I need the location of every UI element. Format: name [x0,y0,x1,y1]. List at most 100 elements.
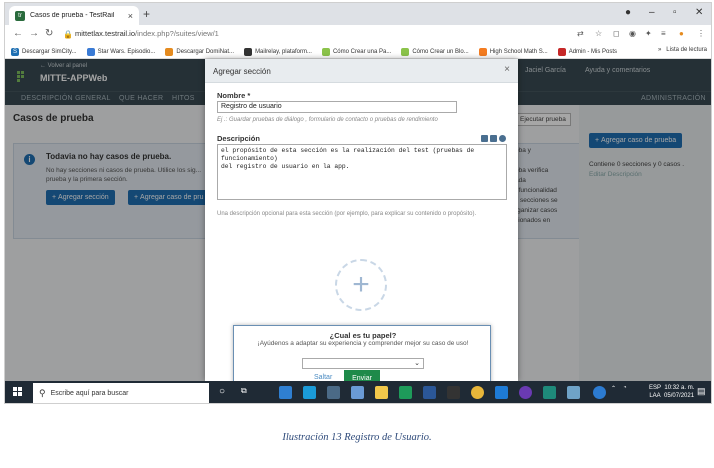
editor-toolbar [481,135,506,142]
bookmark-item[interactable]: Star Wars. Episodio... [86,47,156,56]
bookmark-label: Star Wars. Episodio... [97,48,156,55]
forward-arrow-icon[interactable]: → [29,28,39,39]
app-icon[interactable] [351,386,364,399]
sheet-icon [401,47,410,56]
reading-list[interactable]: » Lista de lectura [658,47,707,53]
terminal-icon[interactable] [447,386,460,399]
profile-icon[interactable]: ● [625,7,631,18]
tab-close-icon[interactable]: × [128,11,133,21]
help-icon[interactable] [499,135,506,142]
maximize-icon[interactable]: ▫ [673,7,677,18]
bookmark-label: Cómo Crear un Blo... [412,48,469,55]
role-select[interactable]: ⌄ [302,358,424,369]
app-icon[interactable] [567,386,580,399]
lang-code: ESP [649,385,662,391]
screenshot: tr Casos de prueba - TestRail × + ● – ▫ … [4,2,712,404]
bookmarks-bar: S Descargar SimCity... Star Wars. Episodi… [5,45,711,59]
help-icon[interactable] [593,386,606,399]
bookmark-item[interactable]: High School Math S... [478,47,548,56]
description-label: Descripción [217,134,260,143]
loading-plus-icon: + [335,259,387,311]
clock[interactable]: ESP 10:32 a. m. LAA 05/07/2021 [649,384,694,400]
folder-icon [86,47,95,56]
bookmark-label: Admin - Mis Posts [568,48,618,55]
bookmark-item[interactable]: Admin - Mis Posts [557,47,618,56]
search-icon: ⚲ [39,387,46,398]
dialog-header: Agregar sección × [205,59,518,83]
globe-icon [244,47,253,56]
new-tab-button[interactable]: + [143,7,150,21]
windows-start-icon[interactable] [13,387,23,397]
windows-taskbar: ⚲ Escribe aquí para buscar ○ ⧉ ⌃ ◔ ESP 1… [5,381,711,403]
bookmark-item[interactable]: Descargar DomiNat... [165,47,235,56]
url-host: mittetlax.testrail.io [75,29,136,38]
star-icon[interactable]: ☆ [595,29,602,38]
b-icon [478,47,487,56]
lang-layout: LAA [649,393,661,399]
name-label: Nombre * [217,91,251,100]
edge-icon[interactable] [303,386,316,399]
sheet-icon [321,47,330,56]
clock-time: 10:32 a. m. [664,385,695,391]
app-icon[interactable] [519,386,532,399]
dropbox-icon[interactable] [279,386,292,399]
description-field[interactable]: el propósito de esta sección es la reali… [217,144,507,200]
reading-list-label: Lista de lectura [666,47,707,53]
more-bookmarks-icon[interactable]: » [658,47,661,53]
app-icon[interactable] [543,386,556,399]
window-close-icon[interactable]: ✕ [695,7,703,18]
vscode-icon[interactable] [495,386,508,399]
back-arrow-icon[interactable]: ← [13,28,23,39]
lock-icon[interactable]: 🔒 [63,30,73,39]
notifications-icon[interactable]: ▤ [697,386,706,397]
extension-icon[interactable]: ◉ [629,29,636,38]
tray-chevron-icon[interactable]: ⌃ [611,385,616,392]
address-bar: ← → ↻ 🔒 mittetlax.testrail.io/index.php?… [5,25,711,45]
bookmark-label: High School Math S... [489,48,548,55]
extension-icon[interactable]: ◻ [613,29,620,38]
tab-title: Casos de prueba - TestRail [30,12,115,19]
name-hint: Ej .: Guardar pruebas de diálogo , formu… [217,117,438,123]
app-icon[interactable] [399,386,412,399]
bookmark-item[interactable]: Mailrelay, plataform... [244,47,312,56]
bookmark-label: Descargar SimCity... [22,48,77,55]
bookmark-label: Descargar DomiNat... [176,48,235,55]
puzzle-icon[interactable]: ✦ [645,29,652,38]
survey-subtitle: ¡Ayúdenos a adaptar su experiencia y com… [257,340,469,347]
figure-caption: Ilustración 13 Registro de Usuario. [282,432,432,443]
avatar[interactable]: ● [679,29,684,38]
bookmark-item[interactable]: S Descargar SimCity... [11,47,77,56]
testrail-favicon-icon: tr [15,10,25,21]
skip-link[interactable]: Saltar [314,374,332,381]
bookmark-item[interactable]: Cómo Crear un Blo... [401,47,469,56]
explorer-icon[interactable] [375,386,388,399]
cortana-icon[interactable]: ○ [219,386,232,399]
puzzle-icon [165,47,174,56]
browser-tab[interactable]: tr Casos de prueba - TestRail × [9,6,139,25]
url-field[interactable]: mittetlax.testrail.io/index.php?/suites/… [75,29,219,38]
clock-date: 05/07/2021 [664,393,695,399]
editor-format-icon[interactable] [481,135,488,142]
network-icon[interactable]: ◔ [623,385,627,391]
browser-tab-bar: tr Casos de prueba - TestRail × + ● – ▫ … [5,3,711,25]
taskbar-search[interactable]: ⚲ Escribe aquí para buscar [33,383,209,403]
s-icon: S [11,47,19,56]
chrome-icon[interactable] [471,386,484,399]
admin-icon [557,47,566,56]
minimize-icon[interactable]: – [649,7,655,18]
translate-icon[interactable]: ⇄ [577,29,584,38]
menu-icon[interactable]: ⋮ [697,29,705,38]
editor-preview-icon[interactable] [490,135,497,142]
dialog-close-icon[interactable]: × [504,64,510,75]
reload-icon[interactable]: ↻ [45,28,53,39]
reading-list-icon[interactable]: ≡ [661,29,666,38]
survey-question: ¿Cual es tu papel? [329,331,397,340]
bookmark-item[interactable]: Cómo Crear una Pa... [321,47,392,56]
url-path: /index.php?/suites/view/1 [135,29,219,38]
bookmark-label: Mailrelay, plataform... [255,48,312,55]
bookmark-label: Cómo Crear una Pa... [332,48,392,55]
word-icon[interactable] [423,386,436,399]
task-view-icon[interactable]: ⧉ [241,386,254,399]
store-icon[interactable] [327,386,340,399]
name-field[interactable]: Registro de usuario [217,101,457,113]
